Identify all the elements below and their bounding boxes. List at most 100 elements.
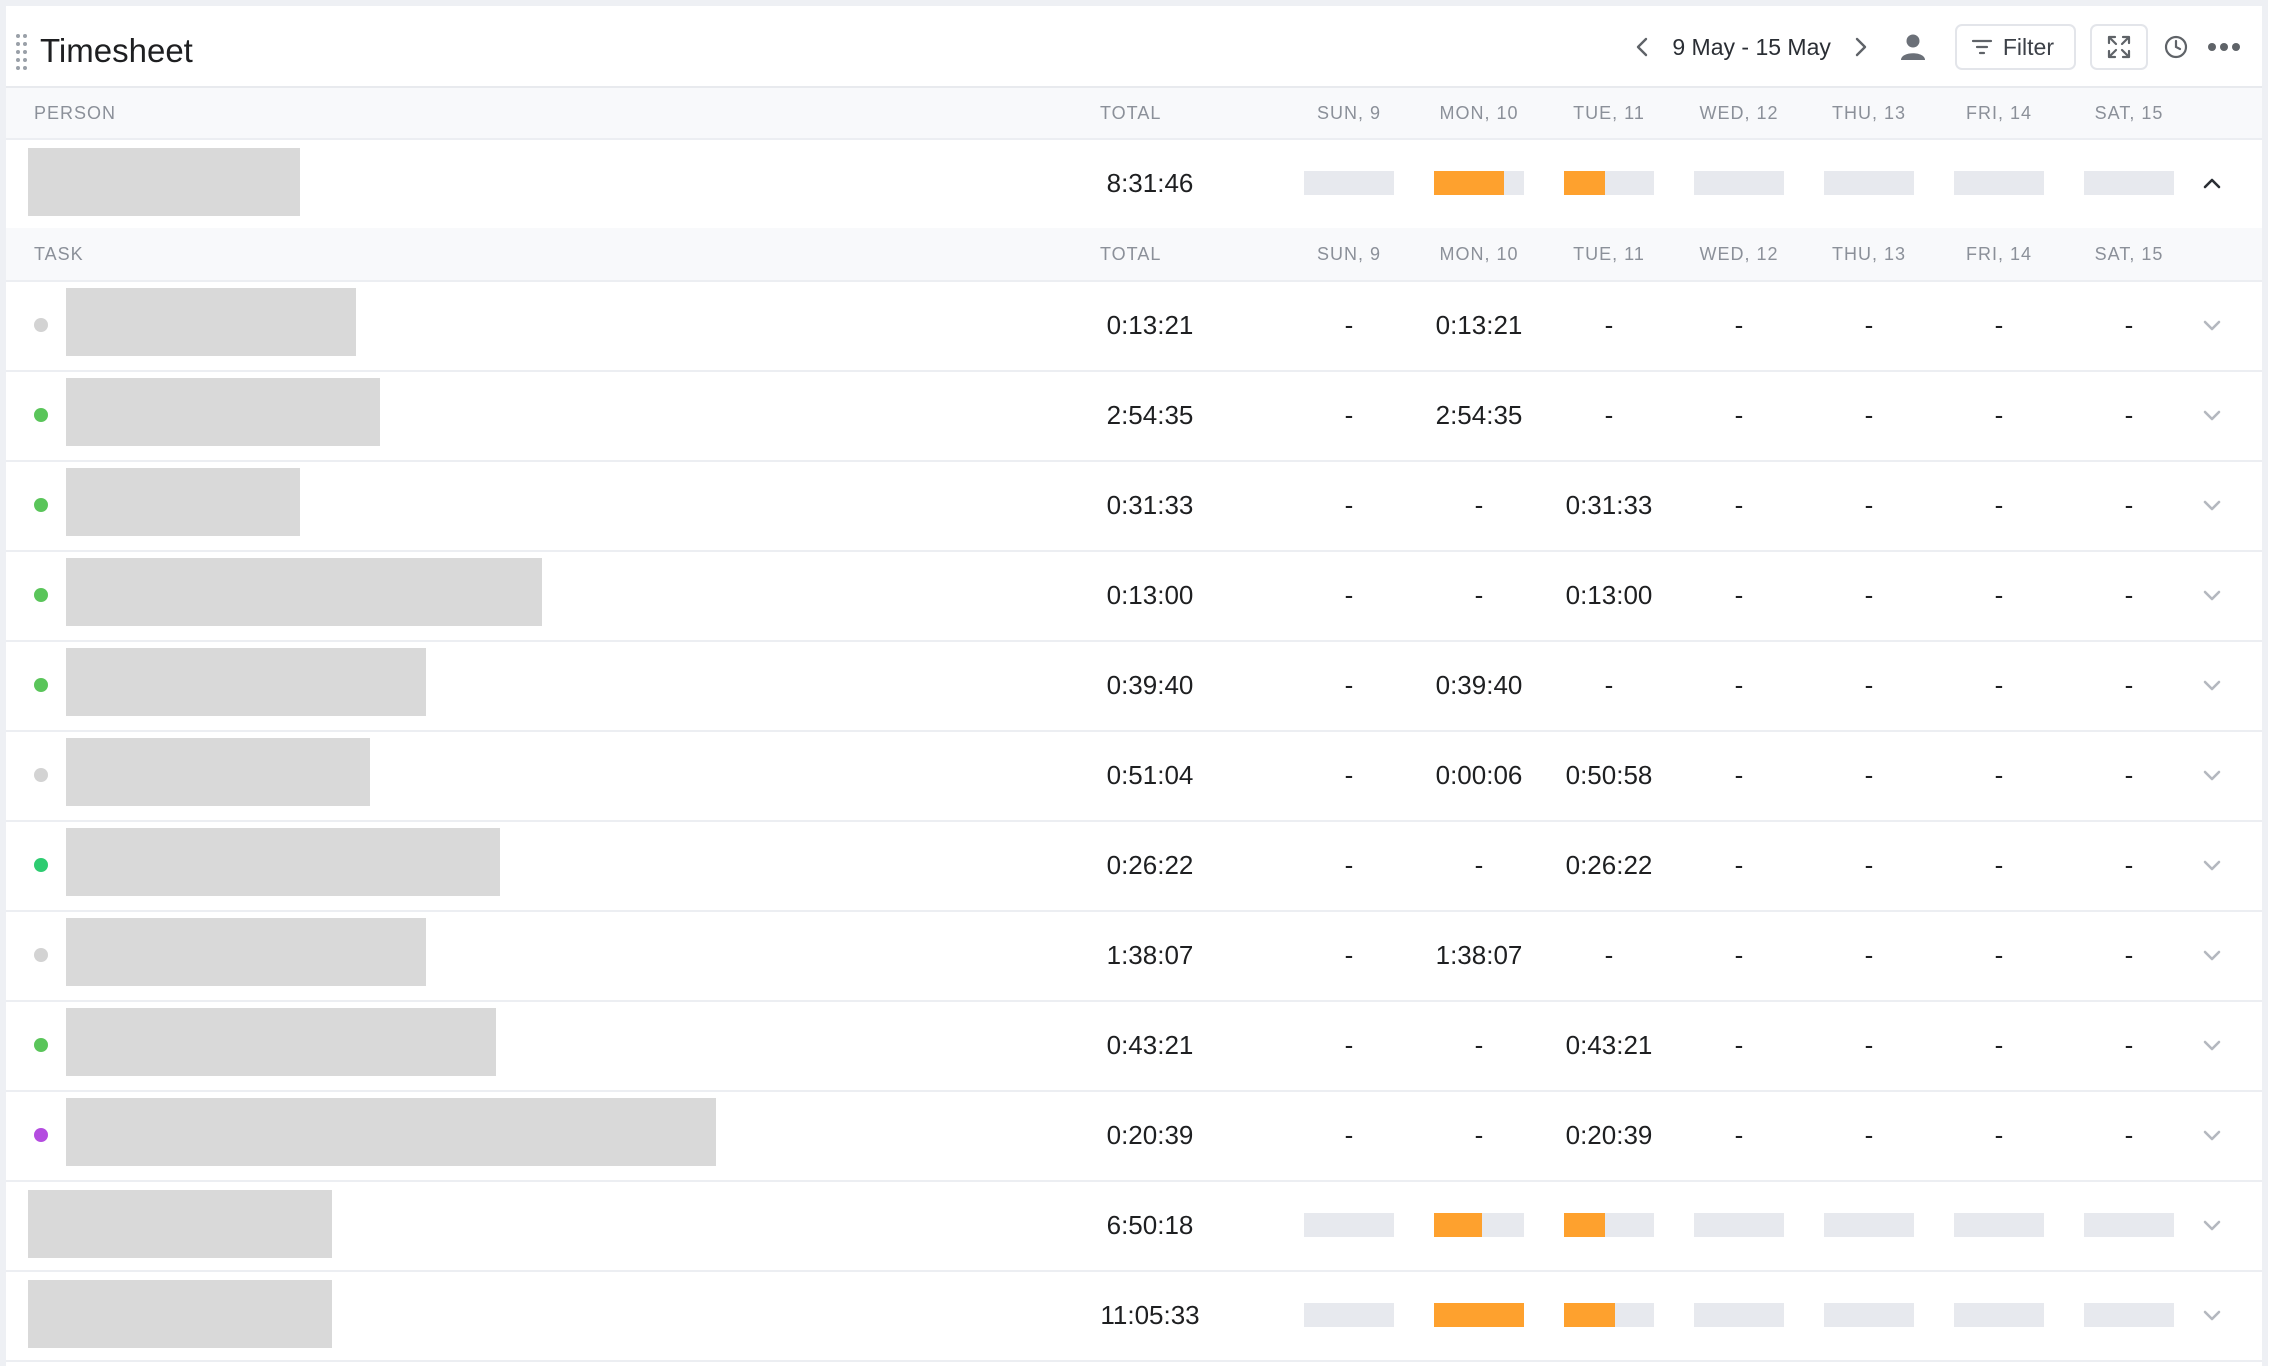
task-name-redacted[interactable] — [66, 1098, 716, 1166]
day-time-cell[interactable]: - — [1414, 850, 1544, 881]
day-time-cell[interactable]: 1:38:07 — [1414, 940, 1544, 971]
day-time-cell[interactable]: - — [2064, 850, 2194, 881]
day-time-cell[interactable]: - — [2064, 580, 2194, 611]
day-time-cell[interactable]: - — [1934, 490, 2064, 521]
task-row[interactable]: 0:13:00- -0:13:00- - - - — [6, 550, 2262, 642]
chevron-down-icon[interactable] — [2202, 405, 2222, 425]
drag-handle-icon[interactable] — [16, 34, 30, 70]
day-time-cell[interactable]: - — [1284, 940, 1414, 971]
day-time-cell[interactable]: - — [1674, 1120, 1804, 1151]
day-time-cell[interactable]: 0:13:00 — [1544, 580, 1674, 611]
task-row[interactable]: 0:13:21-0:13:21- - - - - — [6, 280, 2262, 372]
day-time-cell[interactable]: - — [1804, 850, 1934, 881]
day-time-cell[interactable]: - — [1284, 400, 1414, 431]
chevron-down-icon[interactable] — [2202, 675, 2222, 695]
day-time-cell[interactable]: - — [1674, 850, 1804, 881]
task-row[interactable]: 0:43:21- -0:43:21- - - - — [6, 1000, 2262, 1092]
day-time-cell[interactable]: - — [1934, 940, 2064, 971]
chevron-down-icon[interactable] — [2202, 1035, 2222, 1055]
day-time-cell[interactable]: - — [1804, 1120, 1934, 1151]
day-time-cell[interactable]: - — [1674, 580, 1804, 611]
chevron-down-icon[interactable] — [2202, 315, 2222, 335]
day-time-cell[interactable]: - — [1674, 760, 1804, 791]
day-time-cell[interactable]: - — [1284, 580, 1414, 611]
day-time-cell[interactable]: - — [1934, 400, 2064, 431]
person-row[interactable]: 8:31:46 — [6, 138, 2262, 230]
day-time-cell[interactable]: - — [1544, 940, 1674, 971]
more-options-icon[interactable] — [2200, 27, 2248, 67]
filter-button[interactable]: Filter — [1954, 24, 2076, 70]
day-time-cell[interactable]: 0:26:22 — [1544, 850, 1674, 881]
day-time-cell[interactable]: - — [2064, 1120, 2194, 1151]
person-icon[interactable] — [1893, 27, 1933, 67]
day-time-cell[interactable]: - — [1284, 310, 1414, 341]
clock-icon[interactable] — [2156, 27, 2196, 67]
day-time-cell[interactable]: - — [1544, 670, 1674, 701]
task-name-redacted[interactable] — [66, 648, 426, 716]
task-name-redacted[interactable] — [66, 738, 370, 806]
chevron-down-icon[interactable] — [2202, 1125, 2222, 1145]
chevron-down-icon[interactable] — [2202, 495, 2222, 515]
day-time-cell[interactable]: - — [1284, 490, 1414, 521]
person-row[interactable]: 11:05:33 — [6, 1270, 2262, 1362]
day-time-cell[interactable]: - — [1804, 310, 1934, 341]
day-time-cell[interactable]: - — [1284, 1030, 1414, 1061]
day-time-cell[interactable]: - — [1414, 490, 1544, 521]
day-time-cell[interactable]: - — [1804, 670, 1934, 701]
day-time-cell[interactable]: - — [2064, 1030, 2194, 1061]
day-time-cell[interactable]: - — [2064, 760, 2194, 791]
day-time-cell[interactable]: - — [1934, 850, 2064, 881]
chevron-down-icon[interactable] — [2202, 585, 2222, 605]
expand-button[interactable] — [2090, 24, 2148, 70]
day-time-cell[interactable]: - — [2064, 400, 2194, 431]
task-row[interactable]: 0:26:22- -0:26:22- - - - — [6, 820, 2262, 912]
day-time-cell[interactable]: 0:00:06 — [1414, 760, 1544, 791]
task-row[interactable]: 0:31:33- -0:31:33- - - - — [6, 460, 2262, 552]
day-time-cell[interactable]: - — [1934, 760, 2064, 791]
day-time-cell[interactable]: 0:50:58 — [1544, 760, 1674, 791]
day-time-cell[interactable]: - — [1674, 490, 1804, 521]
day-time-cell[interactable]: - — [1934, 670, 2064, 701]
day-time-cell[interactable]: - — [2064, 940, 2194, 971]
day-time-cell[interactable]: - — [1804, 760, 1934, 791]
task-name-redacted[interactable] — [66, 918, 426, 986]
day-time-cell[interactable]: - — [1674, 1030, 1804, 1061]
chevron-up-icon[interactable] — [2202, 173, 2222, 193]
task-row[interactable]: 1:38:07-1:38:07- - - - - — [6, 910, 2262, 1002]
day-time-cell[interactable]: - — [1934, 310, 2064, 341]
task-name-redacted[interactable] — [66, 1008, 496, 1076]
chevron-down-icon[interactable] — [2202, 855, 2222, 875]
task-row[interactable]: 0:20:39- -0:20:39- - - - — [6, 1090, 2262, 1182]
day-time-cell[interactable]: - — [1414, 1120, 1544, 1151]
day-time-cell[interactable]: - — [2064, 310, 2194, 341]
day-time-cell[interactable]: - — [2064, 670, 2194, 701]
task-name-redacted[interactable] — [66, 288, 356, 356]
day-time-cell[interactable]: 0:43:21 — [1544, 1030, 1674, 1061]
day-time-cell[interactable]: - — [1674, 670, 1804, 701]
person-row[interactable]: 6:50:18 — [6, 1180, 2262, 1272]
day-time-cell[interactable]: - — [1674, 940, 1804, 971]
chevron-down-icon[interactable] — [2202, 765, 2222, 785]
task-row[interactable]: 0:39:40-0:39:40- - - - - — [6, 640, 2262, 732]
day-time-cell[interactable]: - — [1544, 310, 1674, 341]
task-name-redacted[interactable] — [66, 378, 380, 446]
day-time-cell[interactable]: - — [1804, 400, 1934, 431]
date-range-label[interactable]: 9 May - 15 May — [1672, 34, 1831, 61]
day-time-cell[interactable]: - — [1544, 400, 1674, 431]
day-time-cell[interactable]: - — [1934, 580, 2064, 611]
day-time-cell[interactable]: - — [1284, 670, 1414, 701]
day-time-cell[interactable]: 0:20:39 — [1544, 1120, 1674, 1151]
day-time-cell[interactable]: - — [1674, 400, 1804, 431]
day-time-cell[interactable]: - — [1804, 940, 1934, 971]
day-time-cell[interactable]: - — [1934, 1030, 2064, 1061]
task-name-redacted[interactable] — [66, 828, 500, 896]
task-name-redacted[interactable] — [66, 468, 300, 536]
chevron-down-icon[interactable] — [2202, 1215, 2222, 1235]
task-row[interactable]: 2:54:35-2:54:35- - - - - — [6, 370, 2262, 462]
day-time-cell[interactable]: 0:31:33 — [1544, 490, 1674, 521]
day-time-cell[interactable]: - — [1934, 1120, 2064, 1151]
day-time-cell[interactable]: - — [1804, 580, 1934, 611]
day-time-cell[interactable]: - — [1414, 580, 1544, 611]
day-time-cell[interactable]: - — [1284, 760, 1414, 791]
day-time-cell[interactable]: 0:13:21 — [1414, 310, 1544, 341]
